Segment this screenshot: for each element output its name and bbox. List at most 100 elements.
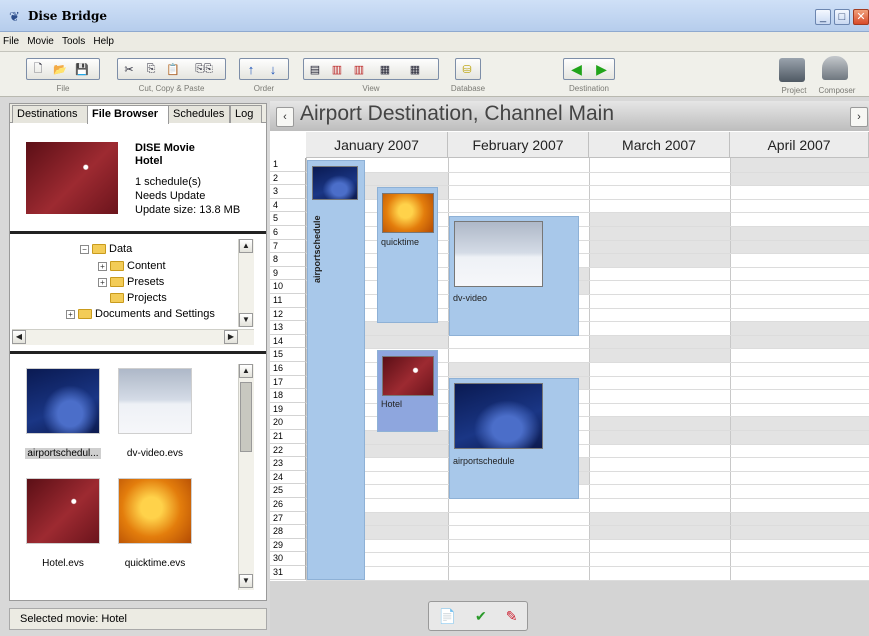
- tree-item-projects[interactable]: Projects: [110, 290, 167, 306]
- tree-item-data[interactable]: − Data: [80, 241, 132, 257]
- view-week-icon[interactable]: ▥: [348, 59, 370, 79]
- scroll-thumb[interactable]: [240, 382, 252, 452]
- calendar-prev-button[interactable]: ‹: [276, 107, 294, 127]
- weekend-shade: [731, 334, 869, 349]
- move-up-icon[interactable]: ↑: [240, 59, 262, 79]
- cut-icon[interactable]: ✂: [118, 59, 140, 79]
- weekend-shade: [449, 362, 589, 376]
- tree-item-documents[interactable]: + Documents and Settings: [66, 306, 215, 322]
- scroll-down-button[interactable]: ▼: [239, 574, 253, 588]
- scroll-up-button[interactable]: ▲: [239, 239, 253, 253]
- file-item-hotel[interactable]: Hotel.evs: [22, 478, 104, 569]
- tab-log[interactable]: Log: [230, 105, 262, 123]
- database-icon[interactable]: ⛁: [456, 59, 478, 79]
- next-destination-icon[interactable]: ▶: [589, 59, 614, 79]
- previous-destination-icon[interactable]: ◀: [564, 59, 589, 79]
- schedule-block-dv-video[interactable]: dv-video: [449, 216, 579, 336]
- menu-file[interactable]: File: [3, 32, 19, 52]
- expand-icon[interactable]: +: [98, 261, 107, 271]
- new-icon[interactable]: 🗋: [27, 59, 49, 79]
- scroll-up-button[interactable]: ▲: [239, 364, 253, 378]
- thumbnails-scrollbar[interactable]: ▲ ▼: [238, 364, 254, 590]
- movie-update-size: Update size: 13.8 MB: [135, 204, 241, 216]
- tree-vertical-scrollbar[interactable]: ▲ ▼: [238, 239, 254, 327]
- apply-schedule-icon[interactable]: ✔: [475, 608, 487, 625]
- close-button[interactable]: ✕: [853, 9, 869, 25]
- scroll-right-button[interactable]: ▶: [224, 330, 238, 344]
- month-header-march: March 2007: [589, 132, 730, 158]
- expand-icon[interactable]: +: [66, 309, 75, 319]
- tab-destinations[interactable]: Destinations: [12, 105, 88, 123]
- month-header-february: February 2007: [448, 132, 589, 158]
- schedule-block-hotel[interactable]: Hotel: [377, 350, 438, 432]
- composer-icon[interactable]: [822, 56, 848, 80]
- view-month-icon[interactable]: ▦: [370, 59, 400, 79]
- project-icon[interactable]: [779, 58, 805, 82]
- view-day-icon[interactable]: ▥: [326, 59, 348, 79]
- status-bar: Selected movie: Hotel: [9, 608, 267, 630]
- left-panel: Destinations File Browser Schedules Log …: [9, 103, 267, 601]
- minimize-button[interactable]: _: [815, 9, 831, 25]
- schedule-block-airportschedule-jan[interactable]: airportschedule: [307, 160, 365, 580]
- view-year-icon[interactable]: ▦: [400, 59, 430, 79]
- collapse-icon[interactable]: −: [80, 244, 89, 254]
- expand-icon[interactable]: +: [98, 277, 107, 287]
- day-row-label: 21: [270, 430, 306, 444]
- day-row-label: 26: [270, 498, 306, 512]
- copy-icon[interactable]: ⎘: [140, 59, 162, 79]
- file-item-dv-video[interactable]: dv-video.evs: [114, 368, 196, 459]
- schedule-block-airportschedule-feb[interactable]: airportschedule: [449, 378, 579, 499]
- weekend-shade: [731, 239, 869, 254]
- tree-item-presets[interactable]: + Presets: [98, 274, 164, 290]
- weekend-shade: [590, 511, 730, 526]
- calendar-header: ‹ Airport Destination, Channel Main ›: [270, 101, 869, 131]
- maximize-button[interactable]: □: [834, 9, 850, 25]
- tree-item-content[interactable]: + Content: [98, 258, 166, 274]
- menu-help[interactable]: Help: [93, 32, 114, 52]
- schedule-block-quicktime[interactable]: quicktime: [377, 187, 438, 323]
- scroll-down-button[interactable]: ▼: [239, 313, 253, 327]
- menu-movie[interactable]: Movie: [27, 32, 54, 52]
- bottom-tools: 📄 ✔ ✎: [428, 601, 528, 631]
- tab-file-browser[interactable]: File Browser: [87, 105, 169, 124]
- save-icon[interactable]: 💾: [71, 59, 93, 79]
- project-label[interactable]: Project: [774, 86, 814, 95]
- file-item-airportschedule[interactable]: airportschedul...: [22, 368, 104, 459]
- day-row-label: 29: [270, 538, 306, 553]
- file-item-quicktime[interactable]: quicktime.evs: [114, 478, 196, 569]
- weekend-shade: [590, 226, 730, 240]
- day-row-label: 9: [270, 266, 306, 281]
- tab-schedules[interactable]: Schedules: [168, 105, 230, 123]
- weekend-shade: [731, 158, 869, 172]
- open-folder-icon[interactable]: 📂: [49, 59, 71, 79]
- tree-horizontal-scrollbar[interactable]: ◀ ▶: [12, 329, 254, 345]
- day-row-label: 7: [270, 239, 306, 254]
- day-row-label: 18: [270, 389, 306, 403]
- paste-special-icon[interactable]: ⎘⎘: [184, 59, 224, 79]
- day-row-label: 4: [270, 198, 306, 213]
- paste-icon[interactable]: 📋: [162, 59, 184, 79]
- menu-tools[interactable]: Tools: [62, 32, 85, 52]
- remove-schedule-icon[interactable]: ✎: [506, 608, 518, 625]
- view-list-icon[interactable]: ▤: [304, 59, 326, 79]
- move-down-icon[interactable]: ↓: [262, 59, 284, 79]
- weekend-shade: [590, 348, 730, 362]
- panel-tabs: Destinations File Browser Schedules Log: [10, 104, 266, 124]
- file-thumbnails: airportschedul... dv-video.evs Hotel.evs…: [10, 351, 266, 600]
- block-thumbnail: [454, 383, 543, 449]
- file-label: File: [56, 84, 70, 93]
- block-thumbnail: [382, 356, 434, 396]
- window-title: Dise Bridge: [28, 9, 107, 23]
- grid-row-line: [306, 443, 869, 445]
- day-row-label: 10: [270, 280, 306, 294]
- scroll-left-button[interactable]: ◀: [12, 330, 26, 344]
- folder-icon: [110, 277, 124, 287]
- calendar-next-button[interactable]: ›: [850, 107, 868, 127]
- day-row-label: 23: [270, 457, 306, 471]
- grid-row-line: [306, 457, 869, 459]
- order-toolgroup: ↑ ↓: [239, 58, 289, 80]
- block-label: Hotel: [381, 399, 403, 409]
- edit-schedule-icon[interactable]: 📄: [439, 608, 456, 625]
- month-header-january: January 2007: [306, 132, 448, 158]
- composer-label[interactable]: Composer: [814, 86, 860, 95]
